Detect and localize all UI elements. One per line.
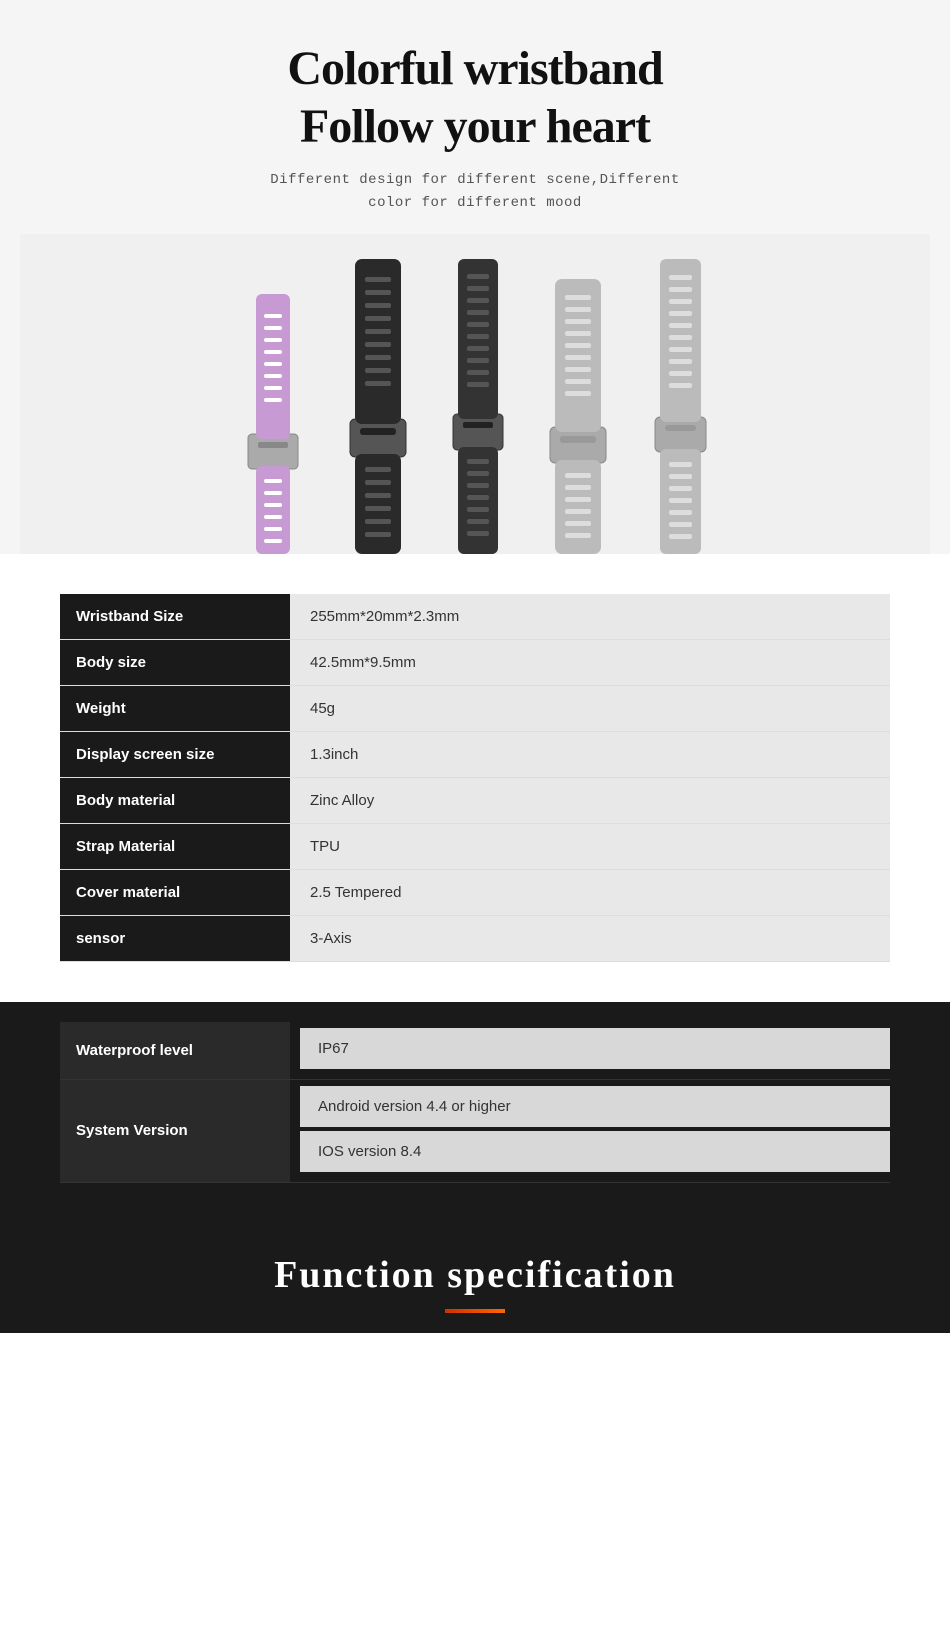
spec-label: Display screen size: [60, 731, 290, 777]
function-spec-title: Function specification: [20, 1253, 930, 1297]
band-small-purple: [228, 294, 318, 554]
spec-label: Body size: [60, 639, 290, 685]
function-spec-section: Function specification: [0, 1223, 950, 1333]
specs-section: Wristband Size 255mm*20mm*2.3mm Body siz…: [0, 554, 950, 1002]
spec-value: IP67: [300, 1028, 890, 1069]
table-row: System Version Android version 4.4 or hi…: [60, 1079, 890, 1182]
spec-value: IOS version 8.4: [300, 1131, 890, 1172]
band-tall-gray: [638, 259, 723, 554]
hero-title-line1: Colorful wristband: [287, 42, 662, 95]
table-row: Body size 42.5mm*9.5mm: [60, 639, 890, 685]
spec-value: 1.3inch: [290, 731, 890, 777]
spec-label: Weight: [60, 685, 290, 731]
hero-subtitle: Different design for different scene,Dif…: [20, 169, 930, 214]
hero-title: Colorful wristband Follow your heart: [20, 40, 930, 155]
spec-value: 2.5 Tempered: [290, 869, 890, 915]
dark-spec-value-cell: IP67: [290, 1022, 890, 1080]
spec-value: TPU: [290, 823, 890, 869]
specs-table: Wristband Size 255mm*20mm*2.3mm Body siz…: [60, 594, 890, 962]
dark-specs-section: Waterproof level IP67 System Version And…: [0, 1002, 950, 1223]
table-row: Strap Material TPU: [60, 823, 890, 869]
spec-value: 42.5mm*9.5mm: [290, 639, 890, 685]
spec-label: Body material: [60, 777, 290, 823]
band-center-black: [438, 259, 518, 554]
function-spec-underline: [445, 1309, 505, 1313]
table-row: sensor 3-Axis: [60, 915, 890, 961]
band-tall-black: [328, 259, 428, 554]
table-row: Waterproof level IP67: [60, 1022, 890, 1080]
bands-display: [20, 234, 930, 554]
spec-value: 255mm*20mm*2.3mm: [290, 594, 890, 640]
dark-spec-label: Waterproof level: [60, 1022, 290, 1080]
spec-label: Wristband Size: [60, 594, 290, 640]
table-row: Wristband Size 255mm*20mm*2.3mm: [60, 594, 890, 640]
hero-subtitle-line2: color for different mood: [368, 195, 582, 211]
table-row: Body material Zinc Alloy: [60, 777, 890, 823]
spec-value: 3-Axis: [290, 915, 890, 961]
dark-spec-value-cell: Android version 4.4 or higherIOS version…: [290, 1079, 890, 1182]
spec-value: Zinc Alloy: [290, 777, 890, 823]
spec-label: Strap Material: [60, 823, 290, 869]
band-gray: [528, 279, 628, 554]
hero-section: Colorful wristband Follow your heart Dif…: [0, 0, 950, 554]
spec-value: 45g: [290, 685, 890, 731]
hero-title-line2: Follow your heart: [300, 100, 650, 153]
table-row: Cover material 2.5 Tempered: [60, 869, 890, 915]
table-row: Weight 45g: [60, 685, 890, 731]
dark-specs-table: Waterproof level IP67 System Version And…: [60, 1022, 890, 1183]
spec-label: sensor: [60, 915, 290, 961]
hero-subtitle-line1: Different design for different scene,Dif…: [270, 172, 679, 188]
spec-label: Cover material: [60, 869, 290, 915]
table-row: Display screen size 1.3inch: [60, 731, 890, 777]
spec-value: Android version 4.4 or higher: [300, 1086, 890, 1127]
dark-spec-label: System Version: [60, 1079, 290, 1182]
